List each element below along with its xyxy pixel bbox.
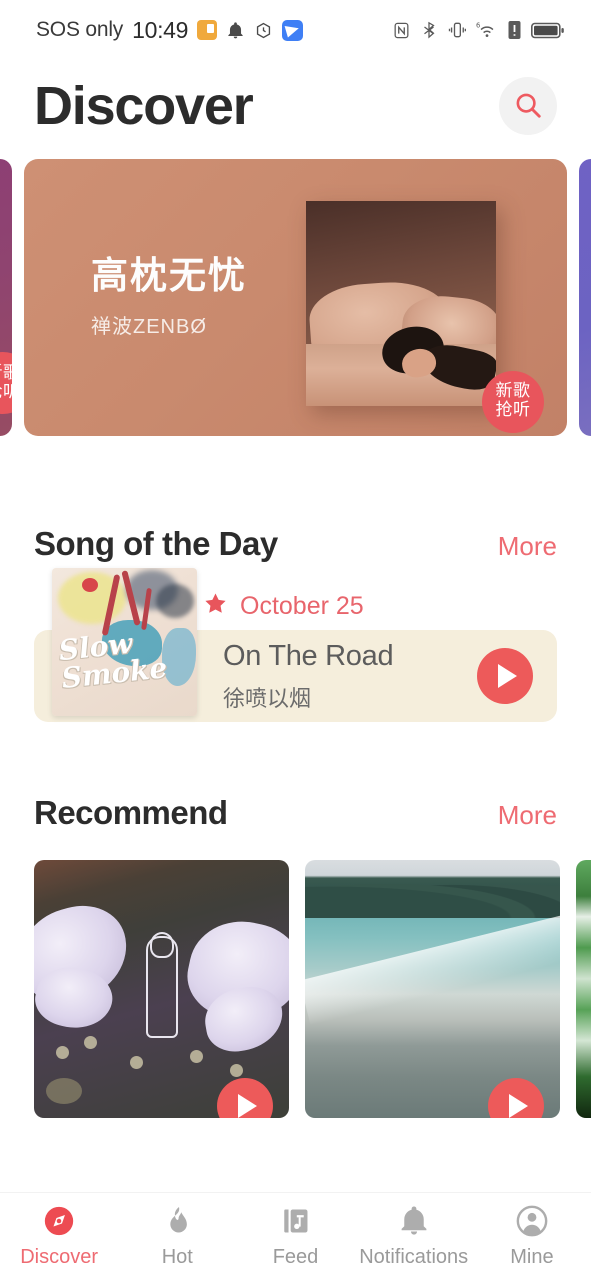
app-screen: SOS only 10:49 6 Discover 高枕无忧 禅波ZENBØ 新… (0, 0, 591, 1280)
play-button[interactable] (477, 648, 533, 704)
person-icon (515, 1204, 549, 1238)
play-icon (238, 1094, 257, 1118)
song-of-the-day-header: Song of the Day More (0, 525, 591, 563)
clock-label: 10:49 (132, 16, 189, 43)
banner-album-art (306, 201, 496, 406)
bell-icon (398, 1204, 430, 1238)
battery-icon (531, 21, 565, 40)
status-bar-left: SOS only 10:49 (36, 16, 304, 44)
nav-item-notifications[interactable]: Notifications (355, 1204, 473, 1269)
play-icon (498, 664, 517, 688)
recommend-card[interactable] (576, 860, 591, 1118)
bluetooth-icon (420, 20, 438, 40)
new-song-badge[interactable]: 新歌 抢听 (482, 371, 544, 433)
nav-label: Discover (20, 1246, 98, 1268)
bell-icon (226, 21, 245, 40)
song-artist: 徐喷以烟 (223, 685, 312, 711)
nav-label: Feed (272, 1246, 319, 1268)
badge-line-2: 抢听 (495, 400, 531, 420)
badge-line-1: 新歌 (0, 363, 12, 382)
svg-text:6: 6 (476, 21, 480, 29)
nav-label: Notifications (359, 1246, 469, 1268)
page-header: Discover (0, 60, 591, 152)
carrier-label: SOS only (36, 18, 124, 41)
song-of-the-day-more-link[interactable]: More (498, 531, 557, 562)
song-of-the-day-info: On The Road 徐喷以烟 (223, 640, 477, 713)
song-of-the-day-section: October 25 Slow Smoke On The Road 徐喷以烟 (0, 568, 591, 722)
nav-item-hot[interactable]: Hot (118, 1204, 236, 1269)
carousel-slide-previous[interactable]: 新歌 抢听 (0, 159, 12, 436)
recommend-header: Recommend More (0, 794, 591, 832)
banner-artist: 禅波ZENBØ (91, 316, 207, 338)
search-button[interactable] (499, 77, 557, 135)
nav-label: Hot (161, 1246, 193, 1268)
search-icon (513, 90, 543, 123)
nfc-icon (392, 21, 411, 40)
banner-carousel[interactable]: 新歌 抢听 高枕无忧 禅波ZENBØ 新歌 抢听 (0, 156, 591, 439)
badge-line-2: 抢听 (0, 382, 12, 401)
flame-icon (161, 1204, 193, 1238)
recommend-card-art (576, 860, 591, 1118)
bottom-navigation: Discover Hot Feed Notifications Mine (0, 1192, 591, 1280)
song-title: On The Road (223, 639, 394, 672)
badge-line-1: 新歌 (495, 381, 531, 401)
carousel-slide-next[interactable] (579, 159, 591, 436)
calendar-icon (197, 20, 218, 40)
nav-item-discover[interactable]: Discover (0, 1204, 118, 1269)
vibrate-icon (447, 20, 467, 40)
song-of-the-day-card[interactable]: Slow Smoke On The Road 徐喷以烟 (34, 568, 557, 722)
sim-alert-icon (507, 20, 522, 40)
recommend-card[interactable] (305, 860, 560, 1118)
carousel-slide-active[interactable]: 高枕无忧 禅波ZENBØ 新歌 抢听 (24, 159, 567, 436)
status-bar-right: 6 (392, 20, 565, 40)
music-book-icon (280, 1204, 312, 1238)
song-of-the-day-album-art: Slow Smoke (52, 568, 197, 716)
recommend-card[interactable] (34, 860, 289, 1118)
app-icon (282, 19, 304, 41)
star-icon (203, 591, 228, 621)
banner-title: 高枕无忧 (91, 255, 247, 296)
alarm-icon (254, 21, 273, 40)
nav-label: Mine (510, 1246, 554, 1268)
section-title: Recommend (34, 794, 228, 831)
banner-text-block: 高枕无忧 禅波ZENBØ (91, 245, 247, 339)
section-title: Song of the Day (34, 525, 278, 562)
song-of-the-day-date: October 25 (240, 591, 364, 620)
play-icon (509, 1094, 528, 1118)
page-title: Discover (34, 76, 254, 136)
slide-badge: 新歌 抢听 (0, 352, 12, 414)
recommend-card-row[interactable] (0, 860, 591, 1118)
wifi-icon: 6 (476, 20, 498, 40)
compass-icon (42, 1204, 76, 1238)
nav-item-mine[interactable]: Mine (473, 1204, 591, 1269)
recommend-more-link[interactable]: More (498, 800, 557, 831)
status-bar: SOS only 10:49 6 (0, 0, 591, 60)
nav-item-feed[interactable]: Feed (236, 1204, 354, 1269)
